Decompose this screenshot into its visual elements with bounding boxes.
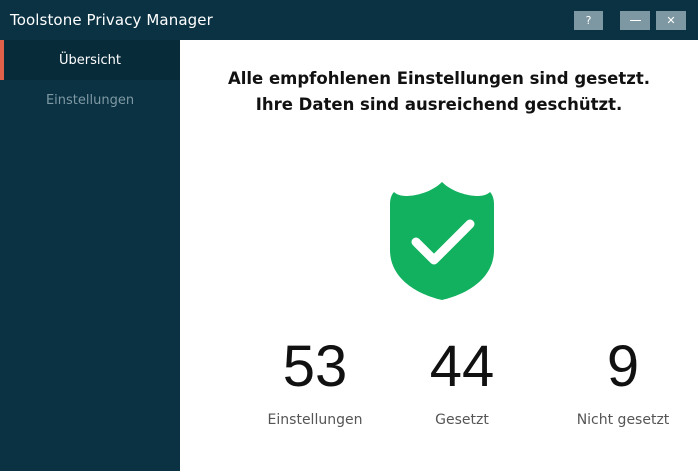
stat-unset-label: Nicht gesetzt	[576, 412, 670, 428]
help-button[interactable]: ?	[574, 11, 603, 30]
app-title: Toolstone Privacy Manager	[10, 11, 213, 29]
stat-set-label: Gesetzt	[435, 412, 489, 428]
shield-check-icon	[390, 182, 494, 300]
stat-set-value: 44	[429, 334, 495, 399]
status-headline: Alle empfohlenen Einstellungen sind gese…	[180, 66, 698, 118]
close-button[interactable]: ✕	[656, 11, 686, 30]
sidebar-item-overview[interactable]: Übersicht	[0, 40, 180, 80]
stat-total-label: Einstellungen	[267, 412, 363, 428]
sidebar-item-settings[interactable]: Einstellungen	[0, 80, 180, 120]
headline-line-1: Alle empfohlenen Einstellungen sind gese…	[227, 69, 651, 88]
title-bar: Toolstone Privacy Manager ? ✕	[0, 0, 698, 40]
sidebar: Übersicht Einstellungen	[0, 40, 180, 471]
minimize-button[interactable]	[620, 11, 650, 30]
overview-panel: Alle empfohlenen Einstellungen sind gese…	[180, 40, 698, 471]
stat-total-value: 53	[282, 334, 348, 399]
stat-unset-value: 9	[606, 334, 640, 399]
minimize-icon	[629, 20, 641, 21]
headline-line-2: Ihre Daten sind ausreichend geschützt.	[255, 95, 623, 114]
